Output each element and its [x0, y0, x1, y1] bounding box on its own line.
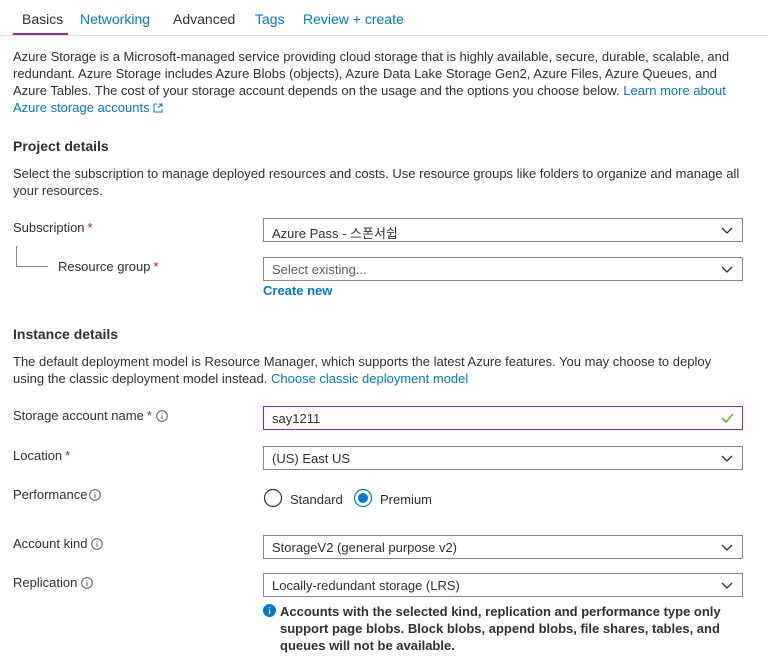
radio-premium[interactable] — [353, 488, 373, 508]
info-icon[interactable] — [81, 577, 94, 589]
required-marker: * — [87, 220, 93, 235]
required-marker: * — [146, 408, 152, 423]
subscription-label: Subscription * — [13, 220, 93, 235]
info-icon[interactable] — [89, 489, 102, 501]
resource-group-dropdown[interactable]: Select existing... — [263, 257, 743, 281]
subscription-dropdown[interactable]: Azure Pass - 스폰서쉽 — [263, 218, 743, 242]
tab-basics[interactable]: Basics — [22, 11, 63, 27]
location-value: (US) East US — [272, 451, 351, 466]
tab-bar: Basics Networking Advanced Tags Review +… — [0, 0, 768, 36]
chevron-down-icon — [721, 227, 733, 234]
chevron-down-icon — [721, 455, 733, 462]
location-label: Location * — [13, 448, 71, 463]
required-marker: * — [65, 448, 71, 463]
subscription-value: Azure Pass - 스폰서쉽 — [272, 226, 398, 241]
storage-account-name-value: say1211 — [272, 411, 321, 426]
checkmark-icon — [721, 413, 734, 423]
tab-networking[interactable]: Networking — [80, 11, 150, 27]
classic-deployment-link[interactable]: Choose classic deployment model — [271, 371, 468, 386]
project-description: Select the subscription to manage deploy… — [13, 166, 740, 198]
create-new-link[interactable]: Create new — [263, 283, 332, 298]
replication-dropdown[interactable]: Locally-redundant storage (LRS) — [263, 573, 743, 597]
radio-standard-label[interactable]: Standard — [290, 492, 343, 507]
info-icon[interactable] — [91, 538, 104, 550]
tab-tags[interactable]: Tags — [255, 11, 285, 27]
account-kind-value: StorageV2 (general purpose v2) — [272, 540, 458, 555]
info-icon[interactable] — [156, 410, 168, 422]
storage-account-name-input[interactable]: say1211 — [263, 406, 743, 430]
replication-label: Replication — [13, 575, 94, 590]
account-kind-dropdown[interactable]: StorageV2 (general purpose v2) — [263, 535, 743, 559]
intro-paragraph: Azure Storage is a Microsoft-managed ser… — [13, 48, 743, 116]
chevron-down-icon — [721, 544, 733, 551]
replication-value: Locally-redundant storage (LRS) — [272, 578, 460, 593]
active-tab-indicator — [13, 33, 68, 35]
info-filled-icon — [263, 604, 276, 617]
instance-description: The default deployment model is Resource… — [13, 353, 743, 387]
project-details-title: Project details — [13, 138, 109, 154]
resource-group-placeholder: Select existing... — [272, 262, 367, 277]
resource-group-label: Resource group * — [58, 259, 159, 274]
radio-premium-label[interactable]: Premium — [380, 492, 432, 507]
intro-text: Azure Storage is a Microsoft-managed ser… — [13, 49, 730, 98]
required-marker: * — [153, 259, 159, 274]
tab-advanced[interactable]: Advanced — [173, 11, 235, 27]
account-kind-label: Account kind — [13, 536, 104, 551]
chevron-down-icon — [721, 582, 733, 589]
tree-connector — [16, 246, 48, 267]
replication-note: Accounts with the selected kind, replica… — [280, 604, 721, 653]
instance-details-title: Instance details — [13, 326, 119, 342]
tab-review-create[interactable]: Review + create — [303, 11, 404, 27]
performance-label: Performance — [13, 487, 102, 502]
radio-standard[interactable] — [263, 488, 283, 508]
storage-account-name-label: Storage account name * — [13, 408, 168, 423]
external-link-icon — [153, 103, 163, 113]
location-dropdown[interactable]: (US) East US — [263, 446, 743, 470]
chevron-down-icon — [721, 266, 733, 273]
